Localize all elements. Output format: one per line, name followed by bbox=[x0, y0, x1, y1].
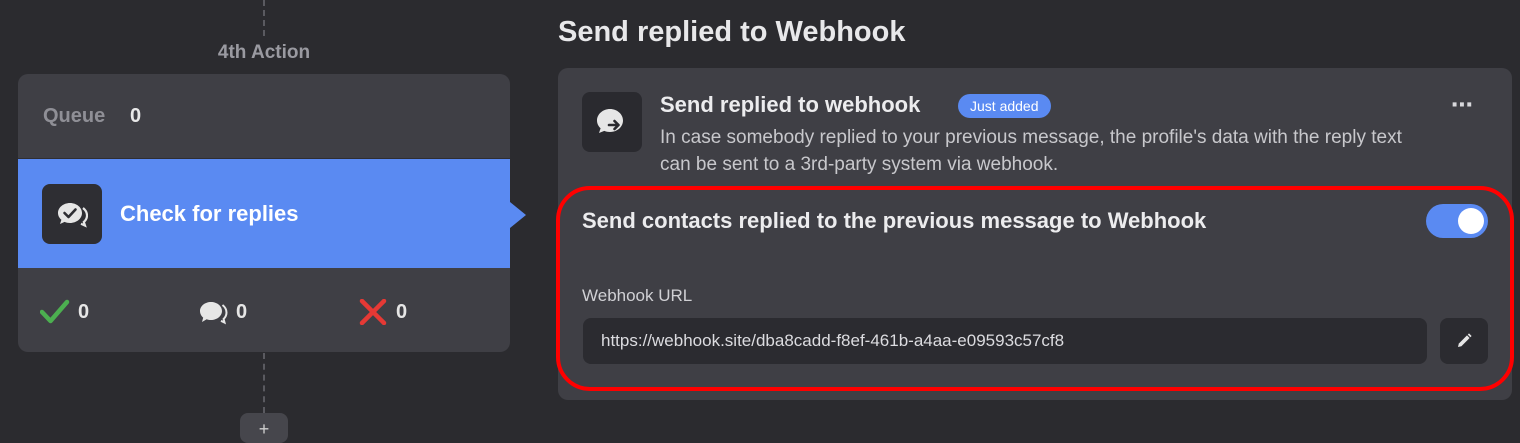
toggle-knob bbox=[1458, 208, 1484, 234]
webhook-chat-icon bbox=[582, 92, 642, 152]
stat-replied-count: 0 bbox=[236, 301, 248, 323]
action-title: Check for replies bbox=[120, 201, 299, 226]
queue-count: 0 bbox=[130, 105, 142, 127]
connector-top bbox=[263, 0, 265, 36]
queue-row: Queue 0 bbox=[18, 74, 510, 159]
reply-chat-icon bbox=[200, 302, 228, 325]
edit-webhook-button[interactable] bbox=[1440, 318, 1488, 364]
stats-row: 0 0 0 bbox=[18, 269, 510, 352]
send-contacts-setting-label: Send contacts replied to the previous me… bbox=[582, 208, 1207, 233]
webhook-url-input[interactable] bbox=[583, 318, 1427, 364]
stat-success-count: 0 bbox=[78, 301, 90, 323]
card-description: In case somebody replied to your previou… bbox=[660, 127, 1402, 175]
cross-icon bbox=[359, 299, 387, 325]
connector-bottom bbox=[263, 353, 265, 413]
selection-pointer bbox=[510, 202, 526, 228]
check-icon bbox=[40, 299, 70, 324]
flow-node-card[interactable]: Queue 0 Check for replies 0 0 0 bbox=[18, 74, 510, 352]
action-check-for-replies[interactable]: Check for replies bbox=[18, 159, 510, 268]
queue-label: Queue bbox=[43, 105, 106, 127]
settings-panel: Send replied to webhook Just added In ca… bbox=[558, 68, 1512, 400]
action-step-label: 4th Action bbox=[217, 42, 311, 63]
chat-check-icon bbox=[42, 184, 102, 244]
just-added-badge: Just added bbox=[958, 94, 1051, 118]
stat-failed-count: 0 bbox=[396, 301, 408, 323]
card-title: Send replied to webhook bbox=[660, 92, 921, 117]
webhook-url-label: Webhook URL bbox=[582, 286, 693, 305]
add-step-button[interactable]: + bbox=[240, 413, 288, 443]
more-options-icon[interactable]: ⋯ bbox=[1444, 94, 1480, 122]
pencil-icon bbox=[1458, 333, 1472, 347]
panel-title: Send replied to Webhook bbox=[558, 16, 906, 48]
send-contacts-toggle[interactable] bbox=[1426, 204, 1488, 238]
